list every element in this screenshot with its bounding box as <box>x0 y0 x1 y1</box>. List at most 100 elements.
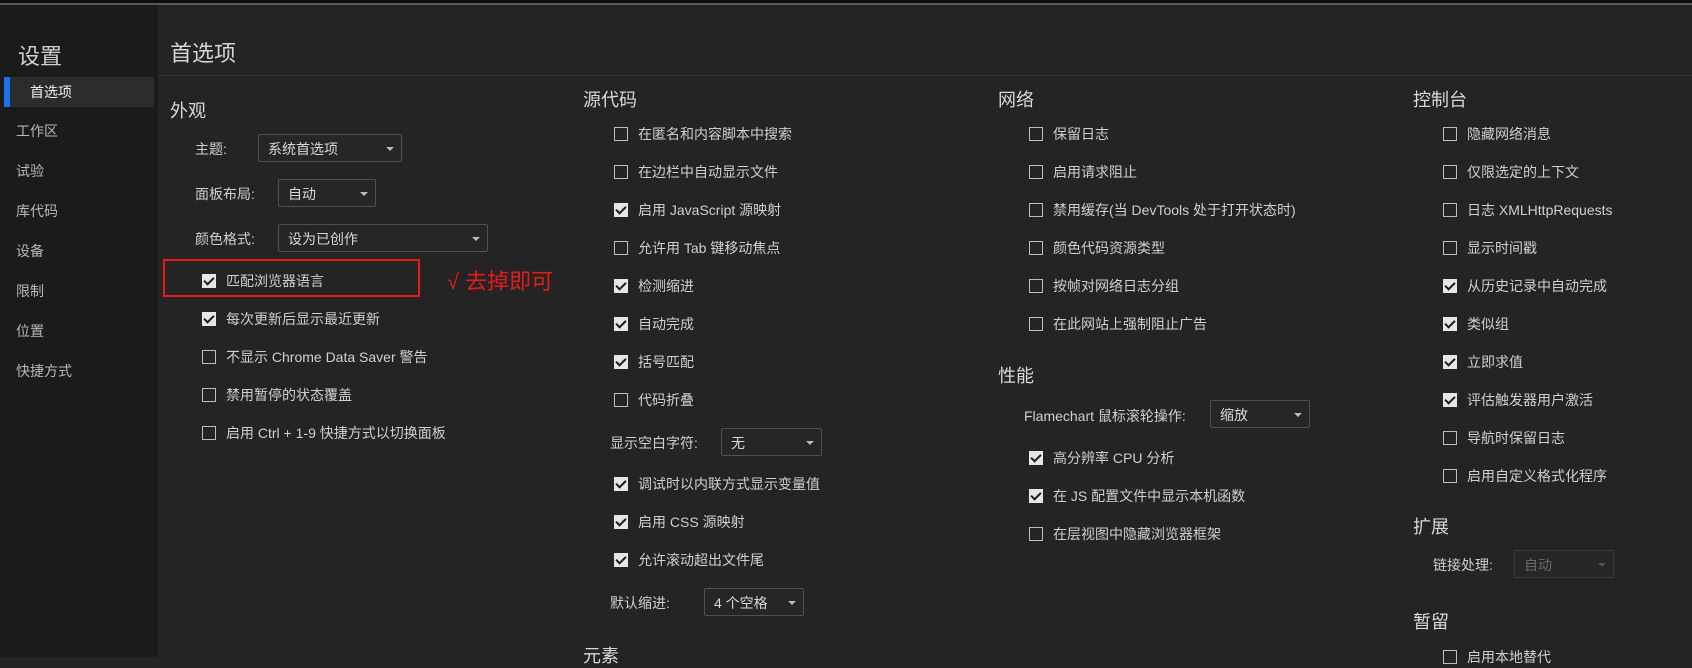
link-handling-select-value: 自动 <box>1524 557 1552 573</box>
option-label: 调试时以内联方式显示变量值 <box>638 476 820 492</box>
checkbox-unchecked[interactable] <box>1029 317 1043 331</box>
checkbox-checked[interactable] <box>202 312 216 326</box>
annotation-highlight-box <box>163 259 420 297</box>
sidebar-item-throttling[interactable]: 限制 <box>16 276 44 306</box>
flamechart-select-value: 缩放 <box>1220 407 1248 423</box>
chevron-down-icon <box>1598 563 1606 567</box>
option-label: 在此网站上强制阻止广告 <box>1053 316 1207 332</box>
checkbox-unchecked[interactable] <box>614 241 628 255</box>
checkbox-unchecked[interactable] <box>614 393 628 407</box>
option-label: 日志 XMLHttpRequests <box>1467 202 1613 218</box>
checkbox-checked[interactable] <box>1443 317 1457 331</box>
chevron-down-icon <box>806 441 814 445</box>
network-heading: 网络 <box>998 90 1034 110</box>
link-handling-select[interactable]: 自动 <box>1514 550 1614 578</box>
checkbox-unchecked[interactable] <box>1029 527 1043 541</box>
page-title: 首选项 <box>170 41 237 66</box>
option-label: 括号匹配 <box>638 354 694 370</box>
checkbox-checked[interactable] <box>614 515 628 529</box>
checkbox-checked[interactable] <box>1443 279 1457 293</box>
color-format-select[interactable]: 设为已创作 <box>278 224 488 252</box>
option-label: 自动完成 <box>638 316 694 332</box>
checkbox-checked[interactable] <box>1029 489 1043 503</box>
theme-select[interactable]: 系统首选项 <box>258 134 402 162</box>
option-label: 评估触发器用户激活 <box>1467 392 1593 408</box>
whitespace-select-value: 无 <box>731 435 745 451</box>
checkbox-checked[interactable] <box>614 355 628 369</box>
chevron-down-icon <box>1294 413 1302 417</box>
option-label: 启用请求阻止 <box>1053 164 1137 180</box>
default-indent-select-value: 4 个空格 <box>714 595 768 611</box>
option-label: 每次更新后显示最近更新 <box>226 311 380 327</box>
option-label: 启用 Ctrl + 1-9 快捷方式以切换面板 <box>226 425 446 441</box>
option-label: 类似组 <box>1467 316 1509 332</box>
option-label: 从历史记录中自动完成 <box>1467 278 1607 294</box>
option-label: 导航时保留日志 <box>1467 430 1565 446</box>
checkbox-unchecked[interactable] <box>1443 469 1457 483</box>
option-label: 在边栏中自动显示文件 <box>638 164 778 180</box>
option-label: 禁用缓存(当 DevTools 处于打开状态时) <box>1053 202 1296 218</box>
sidebar-item-experiments[interactable]: 试验 <box>16 156 44 186</box>
default-indent-label: 默认缩进: <box>610 595 670 611</box>
performance-heading: 性能 <box>998 366 1034 386</box>
checkbox-unchecked[interactable] <box>1443 127 1457 141</box>
option-label: 隐藏网络消息 <box>1467 126 1551 142</box>
sidebar-item-workspace[interactable]: 工作区 <box>16 116 58 146</box>
option-label: 启用本地替代 <box>1467 649 1551 665</box>
extensions-heading: 扩展 <box>1413 517 1449 537</box>
checkbox-unchecked[interactable] <box>614 165 628 179</box>
sidebar-item-shortcuts[interactable]: 快捷方式 <box>16 356 72 386</box>
checkbox-unchecked[interactable] <box>1443 165 1457 179</box>
sidebar-item-devices[interactable]: 设备 <box>16 236 44 266</box>
checkbox-checked[interactable] <box>1443 355 1457 369</box>
option-label: 按帧对网络日志分组 <box>1053 278 1179 294</box>
whitespace-select[interactable]: 无 <box>721 428 822 456</box>
checkbox-unchecked[interactable] <box>1029 165 1043 179</box>
option-label: 显示时间戳 <box>1467 240 1537 256</box>
option-label: 仅限选定的上下文 <box>1467 164 1579 180</box>
sidebar-item-blackboxing[interactable]: 库代码 <box>16 196 58 226</box>
chevron-down-icon <box>386 147 394 151</box>
sidebar-title: 设置 <box>18 44 63 69</box>
checkbox-checked[interactable] <box>614 477 628 491</box>
color-format-label: 颜色格式: <box>195 231 255 247</box>
option-label: 允许滚动超出文件尾 <box>638 552 764 568</box>
sidebar-item-preferences[interactable]: 首选项 <box>4 77 154 107</box>
checkbox-unchecked[interactable] <box>202 350 216 364</box>
option-label: 允许用 Tab 键移动焦点 <box>638 240 781 256</box>
checkbox-checked[interactable] <box>614 279 628 293</box>
option-label: 在匿名和内容脚本中搜索 <box>638 126 792 142</box>
checkbox-unchecked[interactable] <box>202 426 216 440</box>
checkbox-unchecked[interactable] <box>1029 203 1043 217</box>
checkbox-checked[interactable] <box>1029 451 1043 465</box>
chevron-down-icon <box>788 601 796 605</box>
checkbox-checked[interactable] <box>1443 393 1457 407</box>
checkbox-unchecked[interactable] <box>614 127 628 141</box>
option-label: 不显示 Chrome Data Saver 警告 <box>226 349 428 365</box>
flamechart-select[interactable]: 缩放 <box>1210 400 1310 428</box>
checkbox-unchecked[interactable] <box>1029 127 1043 141</box>
default-indent-select[interactable]: 4 个空格 <box>704 588 804 616</box>
link-handling-label: 链接处理: <box>1433 557 1493 573</box>
chevron-down-icon <box>472 237 480 241</box>
checkbox-unchecked[interactable] <box>202 388 216 402</box>
option-label: 保留日志 <box>1053 126 1109 142</box>
checkbox-unchecked[interactable] <box>1443 241 1457 255</box>
option-label: 在 JS 配置文件中显示本机函数 <box>1053 488 1246 504</box>
panel-layout-select[interactable]: 自动 <box>278 179 376 207</box>
chevron-down-icon <box>360 192 368 196</box>
checkbox-checked[interactable] <box>614 203 628 217</box>
checkbox-checked[interactable] <box>614 553 628 567</box>
checkbox-unchecked[interactable] <box>1443 650 1457 664</box>
theme-label: 主题: <box>195 141 227 157</box>
checkbox-unchecked[interactable] <box>1029 279 1043 293</box>
color-format-select-value: 设为已创作 <box>288 231 358 247</box>
sidebar-item-locations[interactable]: 位置 <box>16 316 44 346</box>
checkbox-checked[interactable] <box>614 317 628 331</box>
option-label: 启用 JavaScript 源映射 <box>638 202 782 218</box>
option-label: 启用 CSS 源映射 <box>638 514 745 530</box>
checkbox-unchecked[interactable] <box>1029 241 1043 255</box>
option-label: 高分辨率 CPU 分析 <box>1053 450 1175 466</box>
checkbox-unchecked[interactable] <box>1443 431 1457 445</box>
checkbox-unchecked[interactable] <box>1443 203 1457 217</box>
